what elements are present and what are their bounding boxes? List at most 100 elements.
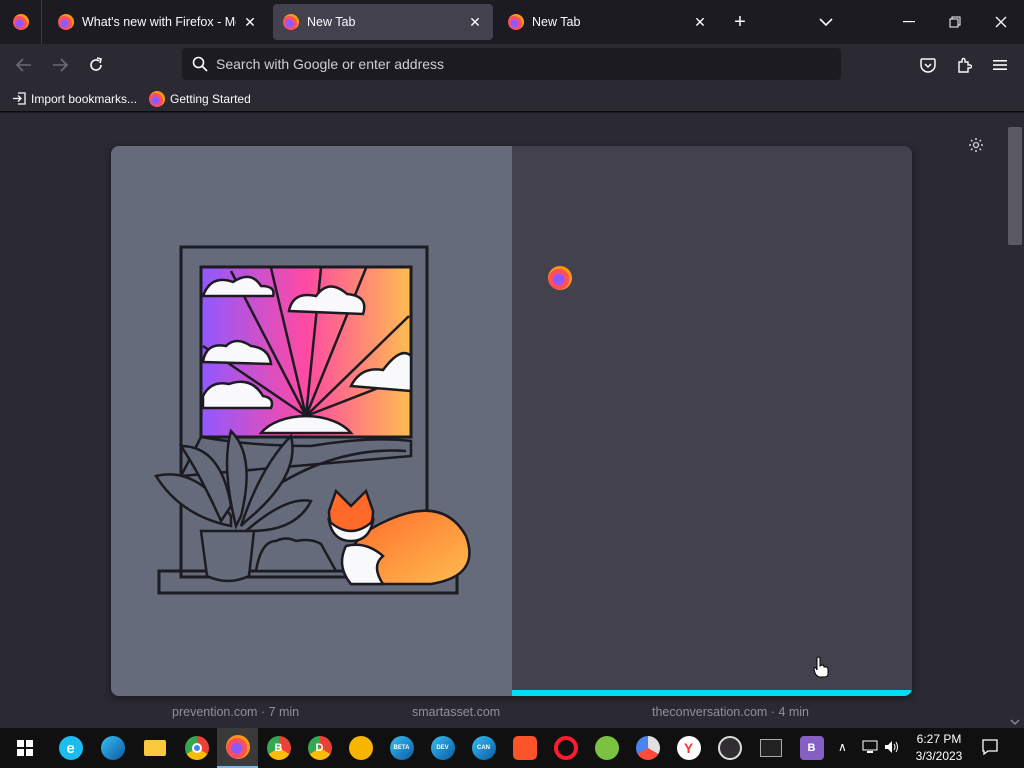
list-all-tabs-button[interactable]	[803, 0, 849, 44]
taskbar-terminal[interactable]	[750, 728, 791, 768]
hand-cursor-icon	[813, 656, 829, 678]
windows-taskbar: e B D BETA DEV CAN Y B ∧ 6:27 PM 3/3/202…	[0, 728, 1024, 768]
taskbar-obs[interactable]	[709, 728, 750, 768]
folder-icon	[143, 740, 166, 756]
story-source: prevention.com · 7 min	[172, 705, 300, 719]
taskbar-chrome[interactable]	[176, 728, 217, 768]
tab-whats-new[interactable]: What's new with Firefox - More ✕	[48, 4, 268, 40]
show-hidden-icons-chevron[interactable]: ∧	[838, 740, 847, 754]
story-card[interactable]: theconversation.com · 4 min	[636, 696, 852, 728]
taskbar-internet-explorer[interactable]: e	[50, 728, 91, 768]
story-source: smartasset.com	[412, 705, 501, 719]
taskbar-visual-studio[interactable]: B	[791, 728, 832, 768]
clock-time: 6:27 PM	[916, 732, 962, 746]
scrollbar-thumb[interactable]	[1008, 127, 1022, 245]
bookmark-import[interactable]: Import bookmarks...	[12, 92, 137, 106]
sleeping-fox	[327, 488, 471, 586]
taskbar-chrome-beta[interactable]: B	[258, 728, 299, 768]
pocket-icon	[920, 57, 936, 73]
forward-arrow-icon	[53, 58, 68, 72]
story-card[interactable]: smartasset.com	[396, 696, 612, 728]
reload-icon	[90, 57, 102, 71]
bookmark-label: Import bookmarks...	[31, 91, 138, 106]
tab-bar: What's new with Firefox - More ✕ New Tab…	[0, 0, 1024, 44]
taskbar-file-explorer[interactable]	[134, 728, 175, 768]
tab-new-tab[interactable]: New Tab ✕	[498, 4, 718, 40]
taskbar-edge[interactable]	[92, 728, 133, 768]
tab-label: New Tab	[307, 15, 356, 29]
search-icon	[192, 56, 208, 72]
restore-icon	[949, 16, 961, 28]
terminal-icon	[759, 739, 782, 757]
back-arrow-icon	[16, 58, 31, 72]
taskbar-opera-gx[interactable]	[586, 728, 627, 768]
onboarding-modal	[111, 146, 912, 696]
network-icon[interactable]	[862, 740, 878, 759]
bookmark-getting-started[interactable]: Getting Started	[149, 90, 251, 107]
bookmark-label: Getting Started	[170, 91, 251, 106]
illustration-svg	[154, 245, 471, 595]
onboarding-content-panel	[512, 146, 912, 696]
reload-button[interactable]	[81, 50, 111, 80]
hamburger-menu-icon	[993, 60, 1007, 70]
story-source: theconversation.com · 4 min	[652, 705, 810, 719]
new-tab-button[interactable]: +	[717, 0, 763, 44]
visual-studio-icon: B	[799, 736, 824, 760]
yandex-icon: Y	[676, 736, 701, 760]
clock-date: 3/3/2023	[915, 749, 963, 763]
close-icon	[995, 16, 1007, 28]
scrollbar[interactable]	[1006, 113, 1024, 728]
puzzle-icon	[958, 57, 972, 73]
forward-button[interactable]	[45, 50, 75, 80]
scroll-down-icon[interactable]	[1010, 719, 1020, 725]
taskbar-opera[interactable]	[545, 728, 586, 768]
grass	[254, 537, 339, 573]
address-input[interactable]	[216, 56, 816, 72]
close-window-button[interactable]	[978, 0, 1024, 44]
brave-icon	[512, 736, 537, 760]
edge-beta-icon: BETA	[389, 736, 414, 760]
navigation-toolbar	[0, 44, 1024, 86]
taskbar-chromium[interactable]	[627, 728, 668, 768]
taskbar-chrome-canary[interactable]	[340, 728, 381, 768]
gear-icon	[969, 138, 983, 152]
tab-label: New Tab	[532, 15, 581, 29]
taskbar-edge-dev[interactable]: DEV	[422, 728, 463, 768]
opera-gx-icon	[594, 736, 619, 760]
taskbar-firefox[interactable]	[217, 728, 258, 768]
firefox-icon	[225, 735, 250, 759]
tab-label: What's new with Firefox - More	[82, 15, 236, 29]
minimize-button[interactable]	[886, 0, 932, 44]
notification-center-button[interactable]	[981, 738, 999, 761]
internet-explorer-icon: e	[58, 736, 83, 760]
close-icon[interactable]: ✕	[242, 14, 258, 30]
taskbar-edge-canary[interactable]: CAN	[463, 728, 504, 768]
tab-new-tab-active[interactable]: New Tab ✕	[273, 4, 493, 40]
taskbar-yandex[interactable]: Y	[668, 728, 709, 768]
start-button[interactable]	[4, 728, 45, 768]
firefox-view-button[interactable]	[0, 0, 42, 44]
restore-button[interactable]	[932, 0, 978, 44]
back-button[interactable]	[9, 50, 39, 80]
firefox-icon	[149, 90, 166, 107]
firefox-icon	[508, 14, 524, 30]
edge-canary-icon: CAN	[471, 736, 496, 760]
app-menu-button[interactable]	[985, 50, 1015, 80]
volume-icon[interactable]	[884, 740, 900, 759]
personalize-button[interactable]	[966, 135, 986, 155]
url-bar[interactable]	[182, 48, 841, 80]
taskbar-brave[interactable]	[504, 728, 545, 768]
notification-icon	[982, 739, 998, 756]
close-icon[interactable]: ✕	[467, 14, 483, 30]
pocket-button[interactable]	[913, 50, 943, 80]
extensions-button[interactable]	[949, 50, 979, 80]
system-clock[interactable]: 6:27 PM 3/3/2023	[904, 731, 974, 765]
taskbar-edge-beta[interactable]: BETA	[381, 728, 422, 768]
story-card[interactable]: prevention.com · 7 min	[156, 696, 372, 728]
taskbar-chrome-dev[interactable]: D	[299, 728, 340, 768]
chrome-canary-icon	[348, 736, 373, 760]
new-tab-page: prevention.com · 7 min smartasset.com th…	[0, 113, 1024, 728]
windows-logo-icon	[16, 740, 33, 756]
minimize-icon	[903, 21, 915, 23]
close-icon[interactable]: ✕	[692, 14, 708, 30]
